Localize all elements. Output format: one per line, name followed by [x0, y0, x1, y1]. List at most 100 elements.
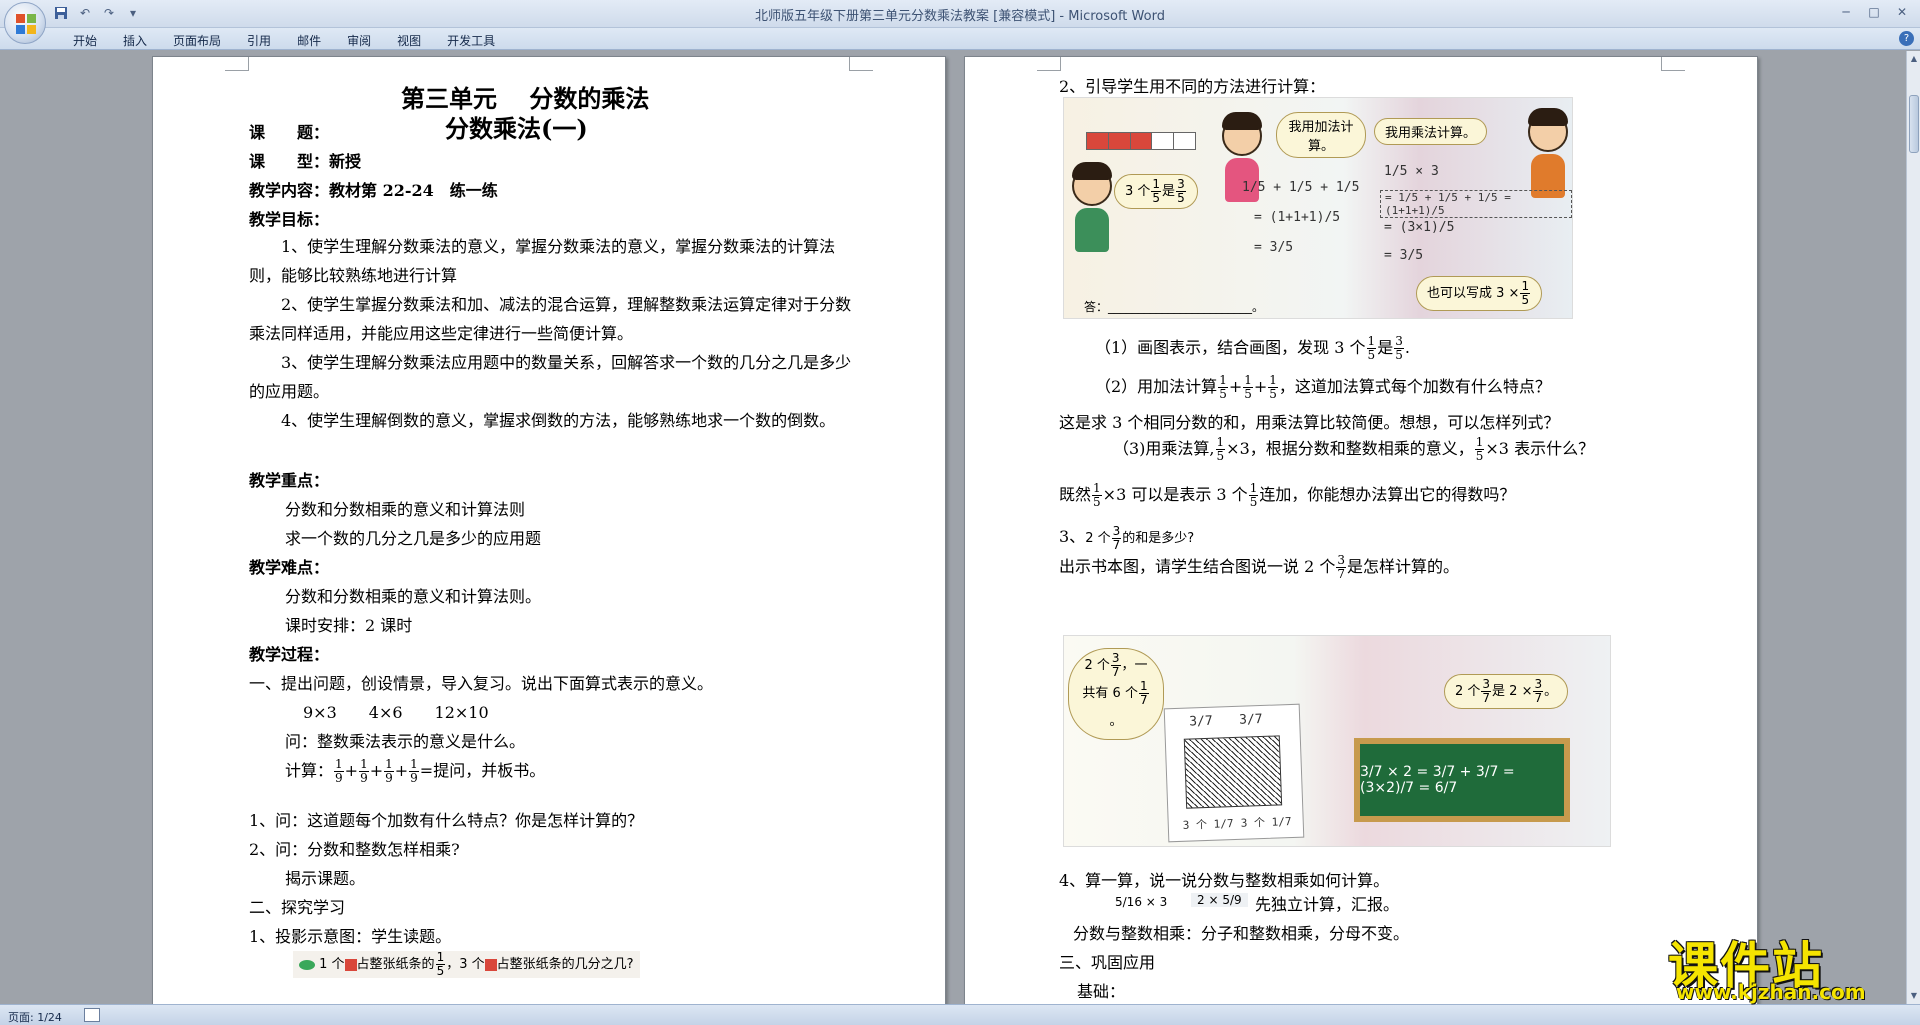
strip-diagram-card: 3/7 3/7 3 个 1/7 3 个 1/7 [1163, 703, 1305, 843]
speech-bubble-addition: 我用加法计算。 [1276, 112, 1366, 158]
maximize-icon[interactable]: □ [1862, 3, 1886, 21]
integer-question: 问：整数乘法表示的意义是什么。 [285, 732, 526, 751]
question-1: 1、问：这道题每个加数有什么特点？你是怎样计算的？ [249, 811, 644, 830]
guide-line: 2、引导学生用不同的方法进行计算： [1059, 77, 1326, 96]
strip-icon [484, 958, 497, 971]
site-watermark: 课件站 www.kjzhan.com [1668, 926, 1908, 1004]
speech-bubble-also: 也可以写成 3 × 1 5 [1416, 276, 1543, 311]
goal-2: 2、使学生掌握分数乘法和加、减法的混合运算，理解整数乘法运算定律对于分数乘法同样… [249, 295, 852, 343]
strip-icon [344, 958, 357, 971]
projection-caption: 1 个占整张纸条的 1 5 ，3 个占整张纸条的几分之几? [293, 951, 640, 978]
key-point-2: 求一个数的几分之几是多少的应用题 [285, 529, 542, 548]
handwritten-multiply-1: 1/5 × 3 [1384, 164, 1439, 179]
key-points-heading: 教学重点： [249, 471, 330, 490]
handwritten-multiply-2: = 1/5 + 1/5 + 1/5 = (1+1+1)/5 [1380, 190, 1572, 218]
boy-figure [1072, 162, 1112, 206]
speech-bubble-three-fifths: 3 个15是35 [1114, 174, 1198, 209]
boy-figure-2 [1528, 108, 1568, 152]
handwritten-multiply-4: = 3/5 [1384, 248, 1424, 263]
watermark-url: www.kjzhan.com [1676, 980, 1866, 1004]
step-2: （2）用加法计算 1 5 +1 5 +1 5 ，这道加法算式每个加数有什么特点？ [1095, 373, 1551, 401]
consolidate-heading: 三、巩固应用 [1059, 953, 1156, 972]
tab-mailings[interactable]: 邮件 [284, 30, 334, 51]
ribbon-tabs: 开始 插入 页面布局 引用 邮件 审阅 视图 开发工具 ? [0, 28, 1920, 50]
office-button[interactable] [4, 2, 46, 44]
reveal-topic: 揭示课题。 [285, 869, 366, 888]
strip-bottom-label: 3 个 1/7 [1182, 817, 1234, 832]
boy-body [1075, 208, 1109, 252]
crop-mark [225, 57, 249, 71]
schedule-line: 课时安排：2 课时 [285, 616, 413, 635]
difficulty-1: 分数和分数相乘的意义和计算法则。 [285, 587, 542, 606]
scroll-down-icon[interactable]: ▼ [1908, 990, 1920, 1002]
strip-top-label: 3/7 [1188, 713, 1213, 730]
office-logo-icon [16, 14, 36, 34]
calc-tail: =提问，并板书。 [419, 761, 546, 780]
tab-review[interactable]: 审阅 [334, 30, 384, 51]
step-3: （3)用乘法算, 1 5 ×3，根据分数和整数相乘的意义， 1 5 ×3 表示什么？ [1113, 435, 1595, 463]
tab-references[interactable]: 引用 [234, 30, 284, 51]
basic-label: 基础： [1077, 982, 1126, 1001]
scroll-thumb[interactable] [1909, 95, 1919, 153]
illustration-add-multiply: 3 个15是35 我用加法计算。 我用乘法计算。 1/5 + 1/5 + 1/5… [1063, 97, 1573, 319]
task-4: 4、算一算，说一说分数与整数相乘如何计算。 [1059, 871, 1390, 890]
integer-expressions: 9×3 4×6 12×10 [303, 703, 489, 722]
crop-mark [849, 57, 873, 71]
task-3: 3、2 个 3 7 的和是多少? [1059, 524, 1195, 552]
tab-developer[interactable]: 开发工具 [434, 30, 508, 51]
answer-blank: 答：________________________。 [1084, 300, 1265, 314]
document-workspace[interactable]: 第三单元 分数的乘法 课 题： 分数乘法(一) 课 型：新授 教学内容：教材第 … [0, 51, 1906, 1004]
goal-4: 4、使学生理解倒数的意义，掌握求倒数的方法，能够熟练地求一个数的倒数。 [281, 411, 836, 430]
speech-bubble-two-sevenths: 2 个 3 7 ，一共有 6 个 1 7。 [1068, 648, 1164, 740]
type-line: 课 型：新授 [249, 152, 362, 171]
key-point-1: 分数和分数相乘的意义和计算法则 [285, 500, 526, 519]
handwritten-addition-1: 1/5 + 1/5 + 1/5 [1242, 180, 1360, 195]
handwritten-addition-3: = 3/5 [1254, 240, 1294, 255]
melon-icon [299, 959, 315, 970]
step-1: （1）画图表示，结合画图，发现 3 个15是35. [1095, 334, 1410, 362]
step-2-continued: 这是求 3 个相同分数的和，用乘法算比较简便。想想，可以怎样列式？ [1059, 413, 1560, 432]
hatched-strip [1183, 735, 1283, 809]
goal-3: 3、使学生理解分数乘法应用题中的数量关系，回解答求一个数的几分之几是多少的应用题… [249, 353, 852, 401]
task-4-expression-1: 5/16 × 3 [1115, 895, 1168, 909]
lesson-label: 课 题： [249, 123, 330, 142]
help-icon[interactable]: ? [1899, 31, 1914, 46]
close-icon[interactable]: ✕ [1890, 3, 1914, 21]
speech-bubble-two-times: 2 个37是 2 × 3 7。 [1444, 674, 1569, 709]
calc-line: 计算： 1 9 +1 9 +1 9 +1 9 =提问，并板书。 [285, 757, 546, 785]
multiplication-rule: 分数与整数相乘：分子和整数相乘，分母不变。 [1073, 924, 1410, 943]
show-book-figure: 出示书本图，请学生结合图说一说 2 个 3 7 是怎样计算的。 [1059, 553, 1460, 581]
proofing-icon[interactable] [84, 1008, 100, 1022]
handwritten-addition-2: = (1+1+1)/5 [1254, 210, 1341, 225]
content-line: 教学内容：教材第 22-24 练一练 [249, 181, 498, 200]
tab-home[interactable]: 开始 [60, 30, 110, 51]
page-indicator[interactable]: 页面: 1/24 [8, 1009, 62, 1025]
scroll-up-icon[interactable]: ▲ [1908, 53, 1920, 65]
tab-view[interactable]: 视图 [384, 30, 434, 51]
project-line: 1、投影示意图：学生读题。 [249, 927, 452, 946]
tab-insert[interactable]: 插入 [110, 30, 160, 51]
speech-bubble-multiplication: 我用乘法计算。 [1374, 118, 1488, 145]
calc-label: 计算： [285, 761, 334, 780]
goals-heading: 教学目标： [249, 210, 330, 229]
title-bar: ↶ ↷ ▾ 北师版五年级下册第三单元分数乘法教案 [兼容模式] - Micros… [0, 0, 1920, 28]
goal-1: 1、使学生理解分数乘法的意义，掌握分数乘法的意义，掌握分数乘法的计算法则，能够比… [249, 237, 836, 285]
step-4: 既然 1 5 ×3 可以是表示 3 个 1 5 连加，你能想办法算出它的得数吗？ [1059, 481, 1516, 509]
strip-bottom-label: 3 个 1/7 [1240, 815, 1292, 830]
task-4-expression-2: 2 × 5/9 [1191, 893, 1248, 907]
document-page-2[interactable]: 2、引导学生用不同的方法进行计算： 3 个15是35 我用加法计算。 我用乘法计… [964, 56, 1758, 1004]
minimize-icon[interactable]: ─ [1834, 3, 1858, 21]
explore-heading: 二、探究学习 [249, 898, 346, 917]
task-4-instruction: 先独立计算，汇报。 [1255, 895, 1400, 914]
process-heading: 教学过程： [249, 645, 330, 664]
strip-top-label: 3/7 [1238, 711, 1263, 728]
document-page-1[interactable]: 第三单元 分数的乘法 课 题： 分数乘法(一) 课 型：新授 教学内容：教材第 … [152, 56, 946, 1004]
vertical-scrollbar[interactable]: ▲ ▼ [1906, 51, 1920, 1004]
fraction-strip-image [1086, 132, 1196, 150]
tab-page-layout[interactable]: 页面布局 [160, 30, 234, 51]
lesson-name: 分数乘法(一) [445, 114, 588, 143]
fraction: 19 [334, 757, 344, 785]
girl-figure [1222, 112, 1262, 156]
process-step-1: 一、提出问题，创设情景，导入复习。说出下面算式表示的意义。 [249, 674, 714, 693]
handwritten-multiply-3: = (3×1)/5 [1384, 220, 1455, 235]
